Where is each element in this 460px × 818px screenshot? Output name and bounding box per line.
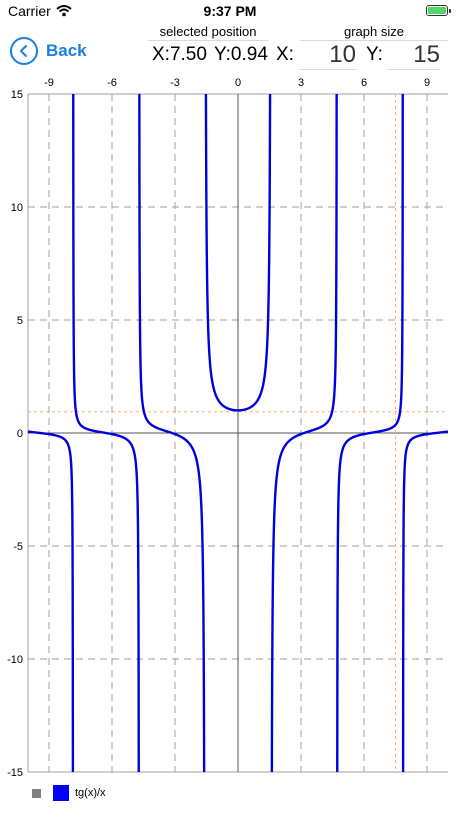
x-tick-label: 9: [424, 77, 430, 89]
legend-series-name: tg(x)/x: [75, 787, 106, 799]
graph-size-x-label: X:: [276, 44, 294, 65]
legend: tg(x)/x: [32, 785, 106, 801]
selected-position-title: selected position: [159, 24, 257, 39]
x-tick-label: -6: [107, 77, 117, 89]
x-tick-label: 0: [235, 77, 241, 89]
function-graph[interactable]: -9 -6 -3 0 3 6 9 -15 -10 -5 0 5 10 15: [0, 72, 460, 782]
battery-icon: [426, 5, 451, 16]
y-tick-label: 10: [11, 202, 23, 214]
status-bar: Carrier 9:37 PM: [0, 0, 460, 22]
selected-y-value: Y:0.94: [214, 44, 268, 65]
graph-size-y-input[interactable]: 15: [388, 40, 440, 70]
legend-color-swatch: [53, 785, 69, 801]
graph-size-x-input[interactable]: 10: [300, 40, 356, 70]
x-tick-label: 6: [361, 77, 367, 89]
y-tick-label: -10: [7, 654, 23, 666]
x-tick-label: 3: [298, 77, 304, 89]
y-tick-label: 15: [11, 89, 23, 101]
x-tick-label: -3: [170, 77, 180, 89]
back-button[interactable]: Back: [10, 35, 87, 67]
chevron-left-icon: [10, 37, 38, 65]
y-tick-label: 0: [17, 428, 23, 440]
legend-toggle-icon[interactable]: [32, 788, 41, 798]
divider: [148, 40, 268, 41]
graph-size-title: graph size: [344, 24, 404, 39]
graph-size-y-label: Y:: [366, 44, 383, 65]
back-label: Back: [46, 41, 87, 60]
y-tick-label: -15: [7, 767, 23, 779]
y-tick-label: 5: [17, 315, 23, 327]
clock: 9:37 PM: [203, 3, 257, 19]
y-tick-label: -5: [13, 541, 23, 553]
x-tick-label: -9: [44, 77, 54, 89]
selected-x-value: X:7.50: [152, 44, 207, 65]
